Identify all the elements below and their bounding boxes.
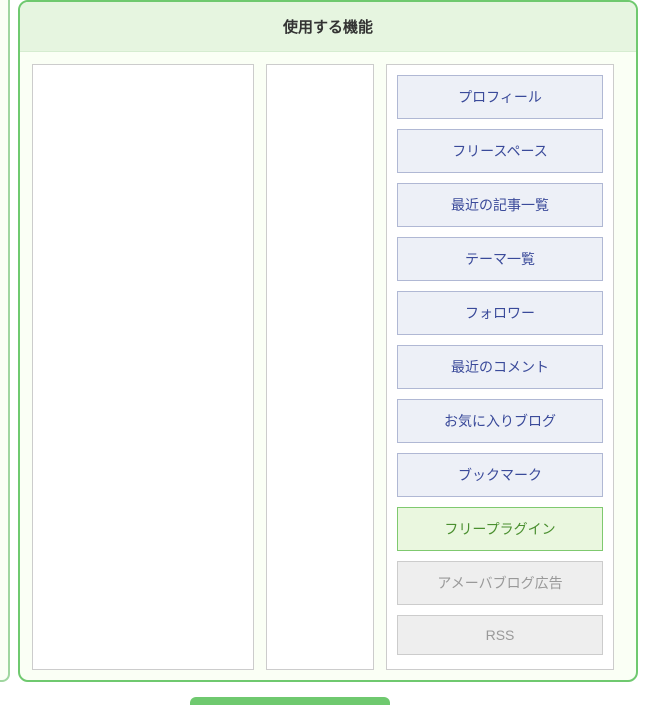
panel-title: 使用する機能 [20,2,636,52]
widget-freespace[interactable]: フリースペース [397,129,603,173]
widget-profile[interactable]: プロフィール [397,75,603,119]
layout-column-3-widget-list[interactable]: プロフィール フリースペース 最近の記事一覧 テーマ一覧 フォロワー 最近のコメ… [386,64,614,670]
widget-recent-comments[interactable]: 最近のコメント [397,345,603,389]
widget-rss: RSS [397,615,603,655]
features-panel: 使用する機能 プロフィール フリースペース 最近の記事一覧 テーマ一覧 フォロワ… [18,0,638,682]
widget-free-plugin[interactable]: フリープラグイン [397,507,603,551]
widget-favorite-blogs[interactable]: お気に入りブログ [397,399,603,443]
action-button-sliver[interactable] [190,697,390,705]
widget-theme-list[interactable]: テーマ一覧 [397,237,603,281]
widget-followers[interactable]: フォロワー [397,291,603,335]
widget-ameba-ad: アメーバブログ広告 [397,561,603,605]
layout-columns: プロフィール フリースペース 最近の記事一覧 テーマ一覧 フォロワー 最近のコメ… [20,52,636,682]
widget-recent-articles[interactable]: 最近の記事一覧 [397,183,603,227]
adjacent-panel-sliver [0,0,10,682]
layout-column-2[interactable] [266,64,374,670]
widget-bookmarks[interactable]: ブックマーク [397,453,603,497]
layout-column-1[interactable] [32,64,254,670]
